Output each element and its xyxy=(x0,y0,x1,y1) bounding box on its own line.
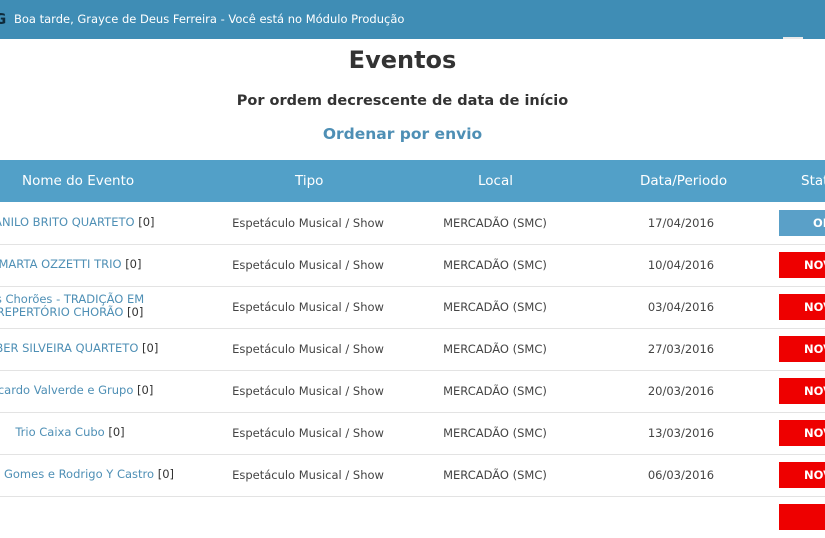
app-logo-icon[interactable]: G xyxy=(0,11,10,27)
event-type: Espetáculo Musical / Show xyxy=(232,342,384,356)
table-row: DANILO BRITO QUARTETO [0] Espetáculo Musi… xyxy=(0,202,825,245)
event-type: Espetáculo Musical / Show xyxy=(232,426,384,440)
event-count: [0] xyxy=(127,305,144,319)
status-badge[interactable]: NOV xyxy=(779,378,825,404)
event-type: Espetáculo Musical / Show xyxy=(232,384,384,398)
event-count: [0] xyxy=(142,341,159,355)
status-badge[interactable]: NOV xyxy=(779,462,825,488)
column-header-status[interactable]: Stat xyxy=(801,173,825,189)
status-badge[interactable] xyxy=(779,504,825,530)
status-badge[interactable]: NOV xyxy=(779,336,825,362)
event-count: [0] xyxy=(125,257,142,271)
event-location: MERCADÃO (SMC) xyxy=(443,342,547,356)
event-type: Espetáculo Musical / Show xyxy=(232,216,384,230)
table-row: Trio Caixa Cubo [0] Espetáculo Musical / … xyxy=(0,412,825,455)
event-name-cell: s Chorões - TRADIÇÃO EM REPERTÓRIO CHORÃ… xyxy=(0,293,180,319)
event-name-cell: Ricardo Valverde e Grupo [0] xyxy=(0,384,180,397)
event-count: [0] xyxy=(108,425,125,439)
event-date: 10/04/2016 xyxy=(647,258,715,272)
event-date: 06/03/2016 xyxy=(647,468,715,482)
event-date: 17/04/2016 xyxy=(647,216,715,230)
event-type: Espetáculo Musical / Show xyxy=(232,258,384,272)
event-name-cell: rcules Gomes e Rodrigo Y Castro [0] xyxy=(0,468,180,481)
event-count: [0] xyxy=(138,215,155,229)
event-name-link[interactable]: DANILO BRITO QUARTETO xyxy=(0,215,135,229)
event-date: 27/03/2016 xyxy=(647,342,715,356)
status-badge[interactable]: OK xyxy=(779,210,825,236)
page-subtitle: Por ordem decrescente de data de início xyxy=(236,93,569,109)
column-header-date[interactable]: Data/Periodo xyxy=(640,173,727,189)
greeting-text: Boa tarde, Grayce de Deus Ferreira - Voc… xyxy=(14,12,405,26)
event-location: MERCADÃO (SMC) xyxy=(443,300,547,314)
event-name-link[interactable]: LEBER SILVEIRA QUARTETO xyxy=(0,341,138,355)
column-header-name[interactable]: Nome do Evento xyxy=(22,173,134,189)
table-row: s Chorões - TRADIÇÃO EM REPERTÓRIO CHORÃ… xyxy=(0,286,825,329)
status-badge[interactable]: NOV xyxy=(779,420,825,446)
event-count: [0] xyxy=(137,383,154,397)
column-header-type[interactable]: Tipo xyxy=(295,173,323,189)
event-name-cell: MARTA OZZETTI TRIO [0] xyxy=(0,258,180,271)
table-row xyxy=(0,496,825,538)
event-name-cell: Trio Caixa Cubo [0] xyxy=(0,426,180,439)
event-name-link[interactable]: Ricardo Valverde e Grupo xyxy=(0,383,133,397)
event-location: MERCADÃO (SMC) xyxy=(443,384,547,398)
event-date: 03/04/2016 xyxy=(647,300,715,314)
event-date: 20/03/2016 xyxy=(647,384,715,398)
event-name-link[interactable]: s Chorões - TRADIÇÃO EM REPERTÓRIO CHORÃ… xyxy=(0,292,144,319)
event-count: [0] xyxy=(157,467,175,481)
event-name-link[interactable]: Trio Caixa Cubo xyxy=(15,425,104,439)
event-location: MERCADÃO (SMC) xyxy=(443,258,547,272)
column-header-location[interactable]: Local xyxy=(478,173,513,189)
event-type: Espetáculo Musical / Show xyxy=(232,300,384,314)
menu-toggle-button[interactable] xyxy=(783,37,803,39)
event-location: MERCADÃO (SMC) xyxy=(443,216,547,230)
table-row: MARTA OZZETTI TRIO [0] Espetáculo Musical… xyxy=(0,244,825,287)
event-name-cell: LEBER SILVEIRA QUARTETO [0] xyxy=(0,342,180,355)
page-title: Eventos xyxy=(348,46,457,74)
event-name-link[interactable]: MARTA OZZETTI TRIO xyxy=(0,257,122,271)
table-row: rcules Gomes e Rodrigo Y Castro [0] Espet… xyxy=(0,454,825,497)
event-date: 13/03/2016 xyxy=(647,426,715,440)
table-row: LEBER SILVEIRA QUARTETO [0] Espetáculo Mu… xyxy=(0,328,825,371)
event-location: MERCADÃO (SMC) xyxy=(443,426,547,440)
table-header: Nome do Evento Tipo Local Data/Periodo S… xyxy=(0,160,825,202)
status-badge[interactable]: NOV xyxy=(779,294,825,320)
status-badge[interactable]: NOV xyxy=(779,252,825,278)
sort-by-submission-link[interactable]: Ordenar por envio xyxy=(0,125,805,143)
event-location: MERCADÃO (SMC) xyxy=(443,468,547,482)
event-name-link[interactable]: rcules Gomes e Rodrigo Y Castro xyxy=(0,467,154,481)
event-type: Espetáculo Musical / Show xyxy=(232,468,384,482)
event-name-cell: DANILO BRITO QUARTETO [0] xyxy=(0,216,180,229)
top-bar: G Boa tarde, Grayce de Deus Ferreira - V… xyxy=(0,0,825,39)
table-row: Ricardo Valverde e Grupo [0] Espetáculo M… xyxy=(0,370,825,413)
